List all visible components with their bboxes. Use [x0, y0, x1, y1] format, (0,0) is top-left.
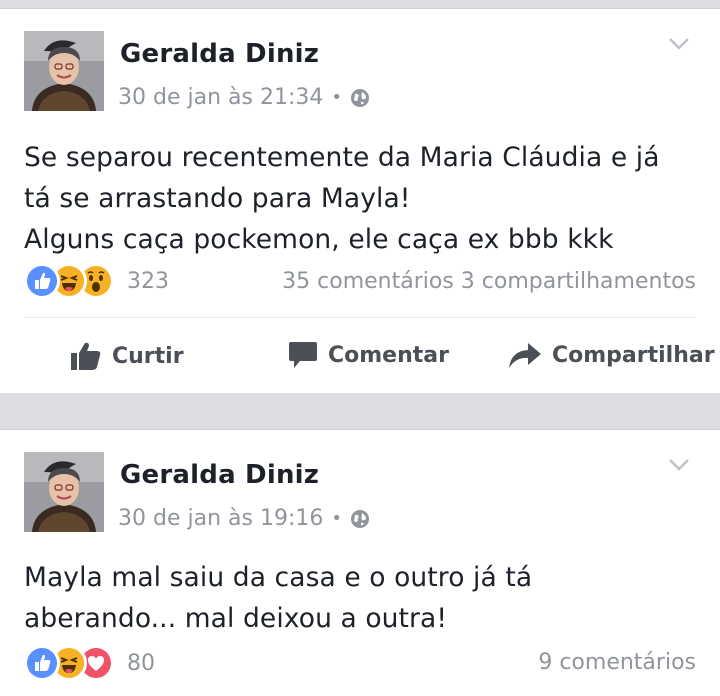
- post-text-line: tá se arrastando para Mayla!: [24, 183, 411, 214]
- post-stats[interactable]: 35 comentários 3 compartilhamentos: [282, 269, 696, 294]
- comment-button-label: Comentar: [328, 342, 449, 368]
- author-name[interactable]: Geralda Diniz: [120, 39, 319, 69]
- author-name[interactable]: Geralda Diniz: [120, 460, 319, 490]
- feed-post: Geralda Diniz 30 de jan às 19:16 • Mayla…: [0, 429, 720, 696]
- post-text: Se separou recentemente da Maria Cláudia…: [24, 137, 660, 260]
- globe-icon: [350, 88, 370, 108]
- post-text: Mayla mal saiu da casa e o outro já tá a…: [24, 557, 532, 639]
- like-button-label: Curtir: [112, 343, 184, 369]
- reactions-summary[interactable]: 323: [24, 263, 169, 299]
- reaction-count: 323: [127, 268, 169, 294]
- post-text-line: Mayla mal saiu da casa e o outro já tá: [24, 562, 533, 593]
- post-text-line: aberando... mal deixou a outra!: [24, 603, 448, 634]
- post-meta: 30 de jan às 19:16 •: [118, 506, 370, 531]
- post-stats[interactable]: 9 comentários: [538, 650, 696, 675]
- like-reaction-icon: [24, 263, 60, 299]
- divider: [24, 317, 696, 318]
- share-button-label: Compartilhar: [552, 342, 715, 368]
- avatar[interactable]: [24, 452, 104, 532]
- comment-icon: [289, 342, 317, 368]
- reactions-summary[interactable]: 80: [24, 645, 155, 681]
- like-button[interactable]: Curtir: [70, 341, 184, 371]
- post-text-line: Se separou recentemente da Maria Cláudia…: [24, 142, 660, 173]
- like-reaction-icon: [24, 645, 60, 681]
- post-timestamp[interactable]: 30 de jan às 21:34: [118, 85, 323, 110]
- share-button[interactable]: Compartilhar: [508, 341, 715, 369]
- share-arrow-icon: [509, 343, 541, 368]
- post-text-line: Alguns caça pockemon, ele caça ex bbb kk…: [24, 224, 614, 255]
- chevron-down-icon[interactable]: [668, 458, 690, 472]
- comment-button[interactable]: Comentar: [288, 341, 449, 369]
- avatar[interactable]: [24, 31, 104, 111]
- meta-separator: •: [331, 87, 342, 108]
- chevron-down-icon[interactable]: [668, 37, 690, 51]
- post-meta: 30 de jan às 21:34 •: [118, 85, 370, 110]
- thumbs-up-icon: [71, 342, 101, 370]
- meta-separator: •: [331, 508, 342, 529]
- globe-icon: [350, 509, 370, 529]
- feed-post: Geralda Diniz 30 de jan às 21:34 • Se se…: [0, 8, 720, 393]
- reaction-count: 80: [127, 650, 155, 676]
- post-timestamp[interactable]: 30 de jan às 19:16: [118, 506, 323, 531]
